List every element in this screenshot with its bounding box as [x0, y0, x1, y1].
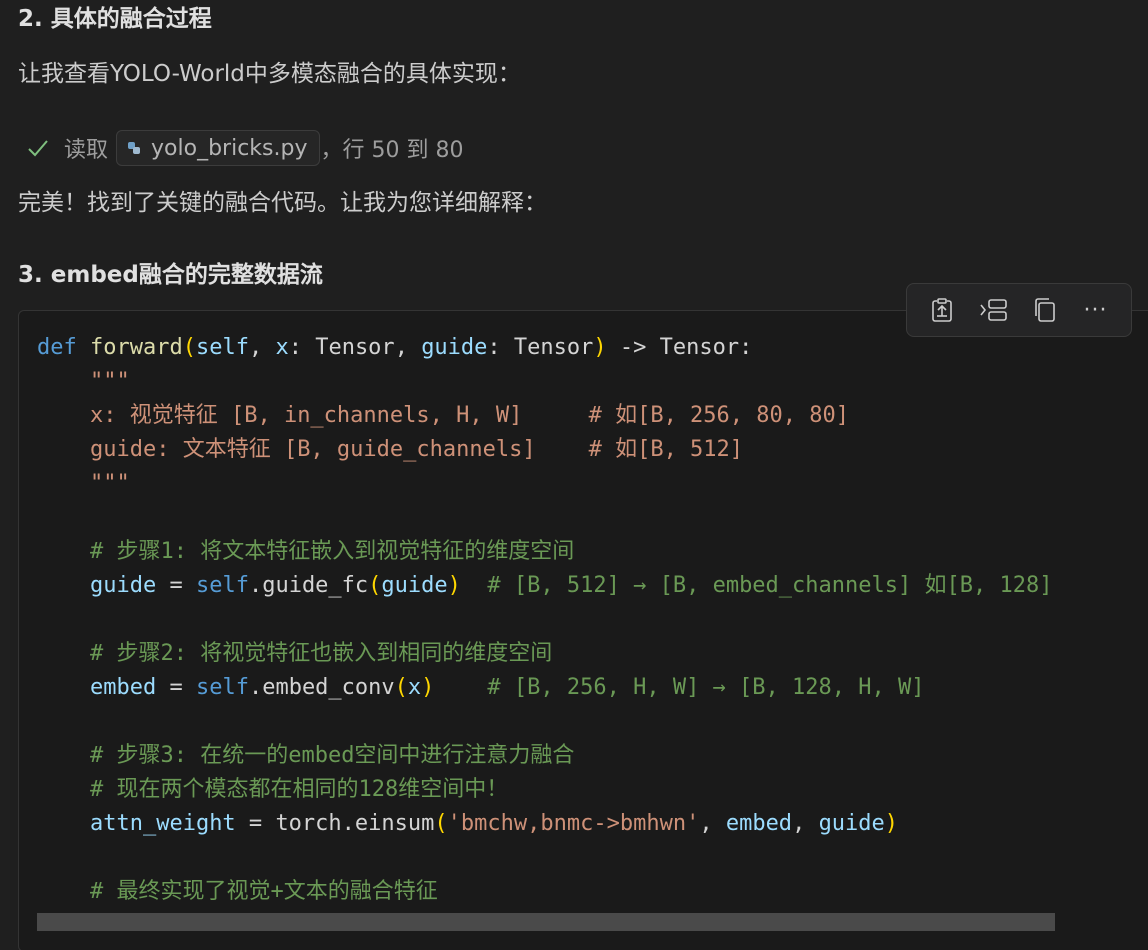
code-line-8: guide = self.guide_fc(guide) # [B, 512] … [89, 573, 1053, 598]
insert-at-cursor-icon[interactable] [977, 293, 1011, 327]
code-line-3: x: 视觉特征 [B, in_channels, H, W] # 如[B, 25… [89, 403, 849, 428]
horizontal-scrollbar[interactable] [37, 913, 1055, 931]
code-line-5: """ [89, 471, 130, 496]
code-toolbar: ··· [906, 283, 1132, 337]
intro-text: 让我查看YOLO-World中多模态融合的具体实现： [18, 61, 521, 87]
summary-text: 完美！找到了关键的融合代码。让我为您详细解释： [18, 190, 547, 216]
line-range: ，行 50 到 80 [320, 138, 464, 163]
python-file-icon [127, 141, 141, 155]
more-icon[interactable]: ··· [1079, 293, 1113, 327]
section-2-heading: 2. 具体的融合过程 [18, 6, 212, 32]
section-3-heading: 3. embed融合的完整数据流 [18, 262, 323, 288]
code-line-10: # 步骤2: 将视觉特征也嵌入到相同的维度空间 [89, 641, 553, 666]
code-line-11: embed = self.embed_conv(x) # [B, 256, H,… [89, 675, 925, 700]
insert-into-file-icon[interactable] [926, 293, 960, 327]
code-line-17: # 最终实现了视觉+文本的融合特征 [89, 879, 438, 904]
check-icon [26, 136, 50, 160]
file-name: yolo_bricks.py [151, 135, 308, 161]
copy-icon[interactable] [1028, 293, 1062, 327]
read-file-action: 读取 yolo_bricks.py ，行 50 到 80 [26, 130, 463, 166]
code-line-4: guide: 文本特征 [B, guide_channels] # 如[B, 5… [89, 437, 744, 462]
file-chip[interactable]: yolo_bricks.py [116, 130, 321, 166]
code-block: def forward(self, x: Tensor, guide: Tens… [18, 310, 1148, 950]
more-label: ··· [1083, 297, 1108, 323]
code-line-13: # 步骤3: 在统一的embed空间中进行注意力融合 [89, 743, 575, 768]
code-line-2: """ [89, 369, 130, 394]
code-content: def forward(self, x: Tensor, guide: Tens… [37, 331, 1052, 909]
code-line-1: def forward(self, x: Tensor, guide: Tens… [37, 335, 753, 360]
code-line-14: # 现在两个模态都在相同的128维空间中！ [89, 777, 509, 802]
code-line-7: # 步骤1: 将文本特征嵌入到视觉特征的维度空间 [89, 539, 575, 564]
read-label: 读取 [64, 138, 109, 163]
code-line-15: attn_weight = torch.einsum('bmchw,bnmc->… [89, 811, 899, 836]
